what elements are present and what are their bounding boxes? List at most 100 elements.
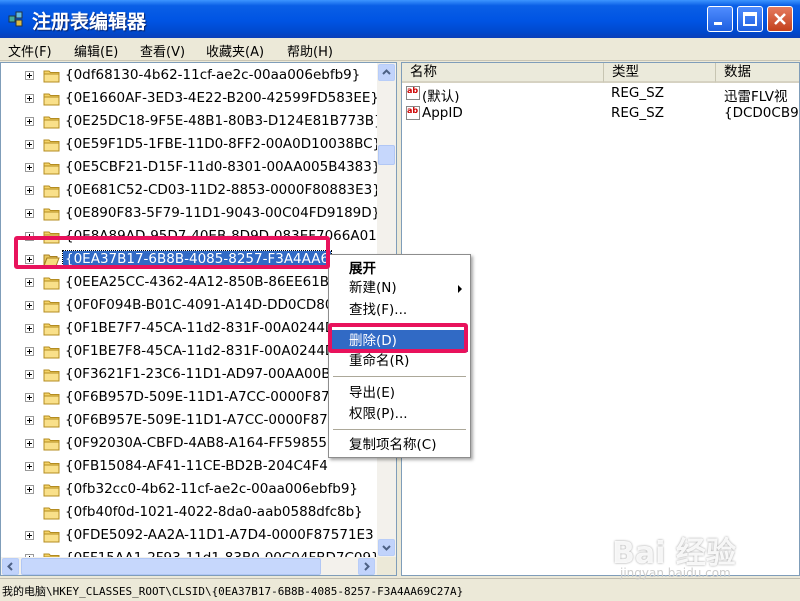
tree-item[interactable]: {0E5CBF21-D15F-11d0-8301-00AA005B4383} — [1, 157, 381, 180]
expand-icon[interactable] — [25, 347, 34, 356]
expand-icon[interactable] — [25, 416, 34, 425]
tree-item[interactable]: {0E1660AF-3ED3-4E22-B200-42599FD583EE} — [1, 88, 379, 111]
value-row[interactable]: ab AppID REG_SZ {DCD0CB9 — [402, 104, 799, 124]
column-header-name[interactable]: 名称 — [402, 63, 604, 83]
expand-icon[interactable] — [25, 117, 34, 126]
expand-icon[interactable] — [25, 462, 34, 471]
value-name: (默认) — [422, 89, 460, 105]
scroll-right-button[interactable] — [358, 558, 375, 575]
tree-item-label: {0E25DC18-9F5E-48B1-80B3-D124E81B773B} — [65, 113, 383, 129]
tree-item[interactable]: {0F92030A-CBFD-4AB8-A164-FF59855 — [1, 433, 379, 456]
menu-view[interactable]: 查看(V) — [140, 41, 185, 60]
tree-item-label: {0E681C52-CD03-11D2-8853-0000F80883E3} — [65, 182, 381, 198]
tree-item[interactable]: {0E25DC18-9F5E-48B1-80B3-D124E81B773B} — [1, 111, 383, 134]
close-button[interactable] — [767, 6, 793, 32]
minimize-button[interactable] — [707, 6, 733, 32]
window-title: 注册表编辑器 — [32, 11, 147, 33]
tree-item-label: {0E5CBF21-D15F-11d0-8301-00AA005B4383} — [65, 159, 381, 175]
tree-horizontal-scrollbar[interactable] — [1, 557, 377, 575]
tree-item[interactable]: {0E59F1D5-1FBE-11D0-8FF2-00A0D10038BC} — [1, 134, 381, 157]
folder-icon — [43, 415, 60, 428]
folder-icon — [43, 438, 60, 451]
submenu-arrow-icon — [458, 285, 462, 293]
string-value-icon: ab — [406, 106, 420, 120]
menu-help[interactable]: 帮助(H) — [287, 41, 333, 60]
expand-icon[interactable] — [25, 209, 34, 218]
tree-item-label: {0E59F1D5-1FBE-11D0-8FF2-00A0D10038BC} — [65, 136, 382, 152]
expand-icon[interactable] — [25, 163, 34, 172]
tree-item[interactable]: {0EEA25CC-4362-4A12-850B-86EE61B — [1, 272, 379, 295]
tree-item[interactable]: {0fb40f0d-1021-4022-8da0-aab0588dfc8b} — [1, 502, 379, 525]
column-header-data[interactable]: 数据 — [716, 63, 799, 83]
expand-icon[interactable] — [25, 140, 34, 149]
folder-icon — [43, 277, 60, 290]
tree-item[interactable]: {0fb32cc0-4b62-11cf-ae2c-00aa006ebfb9} — [1, 479, 379, 502]
tree-item-label: {0F92030A-CBFD-4AB8-A164-FF59855 — [65, 435, 328, 451]
horizontal-scroll-thumb[interactable] — [21, 558, 321, 575]
menu-new[interactable]: 新建(N) — [331, 277, 468, 299]
tree-item-label: {0F1BE7F7-45CA-11d2-831F-00A0244D — [65, 320, 336, 336]
minimize-icon — [714, 22, 722, 25]
tree-item-label: {0E890F83-5F79-11D1-9043-00C04FD9189D} — [65, 205, 381, 221]
expand-icon[interactable] — [25, 324, 34, 333]
folder-icon — [43, 300, 60, 313]
value-type: REG_SZ — [611, 105, 664, 121]
column-header-type[interactable]: 类型 — [604, 63, 716, 83]
menu-edit[interactable]: 编辑(E) — [74, 41, 118, 60]
tree-item[interactable]: {0df68130-4b62-11cf-ae2c-00aa006ebfb9} — [1, 65, 379, 88]
scrollbar-corner — [377, 557, 396, 575]
menu-export[interactable]: 导出(E) — [331, 382, 468, 404]
tree-item[interactable]: {0F0F094B-B01C-4091-A14D-DD0CD80 — [1, 295, 379, 318]
expand-icon[interactable] — [25, 278, 34, 287]
expand-icon[interactable] — [25, 94, 34, 103]
menu-rename[interactable]: 重命名(R) — [331, 350, 468, 372]
tree-item-label: {0F1BE7F8-45CA-11d2-831F-00A0244D — [65, 343, 336, 359]
value-data: 迅雷FLV视 — [724, 89, 788, 105]
tree-item[interactable]: {0FDE5092-AA2A-11D1-A7D4-0000F87571E3 — [1, 525, 379, 548]
tree-item-label: {0FDE5092-AA2A-11D1-A7D4-0000F87571E3 — [65, 527, 374, 543]
tree-item-label: {0df68130-4b62-11cf-ae2c-00aa006ebfb9} — [65, 67, 361, 83]
tree-item[interactable]: {0FB15084-AF41-11CE-BD2B-204C4F4 — [1, 456, 379, 479]
expand-icon[interactable] — [25, 393, 34, 402]
folder-icon — [43, 70, 60, 83]
menu-favorites[interactable]: 收藏夹(A) — [206, 41, 264, 60]
tree-item-label: {0FB15084-AF41-11CE-BD2B-204C4F4 — [65, 458, 328, 474]
folder-icon — [43, 369, 60, 382]
tree-item[interactable]: {0E681C52-CD03-11D2-8853-0000F80883E3} — [1, 180, 381, 203]
tree-item[interactable]: {0F3621F1-23C6-11D1-AD97-00AA00B — [1, 364, 379, 387]
expand-icon[interactable] — [25, 531, 34, 540]
scroll-up-button[interactable] — [378, 64, 395, 81]
tree-item-label: {0fb32cc0-4b62-11cf-ae2c-00aa006ebfb9} — [65, 481, 359, 497]
tree-item[interactable]: {0F6B957D-509E-11D1-A7CC-0000F87 — [1, 387, 379, 410]
expand-icon[interactable] — [25, 485, 34, 494]
menu-copy-key-name[interactable]: 复制项名称(C) — [331, 434, 468, 456]
scroll-thumb[interactable] — [378, 145, 395, 165]
expand-icon[interactable] — [25, 370, 34, 379]
folder-icon — [43, 162, 60, 175]
tree-item[interactable]: {0F1BE7F7-45CA-11d2-831F-00A0244D — [1, 318, 379, 341]
menu-file[interactable]: 文件(F) — [8, 41, 52, 60]
expand-icon[interactable] — [25, 439, 34, 448]
scroll-down-button[interactable] — [378, 539, 395, 556]
maximize-button[interactable] — [737, 6, 763, 32]
value-row[interactable]: ab (默认) REG_SZ 迅雷FLV视 — [402, 84, 799, 105]
folder-icon — [43, 484, 60, 497]
title-bar[interactable]: 注册表编辑器 — [0, 0, 800, 38]
folder-icon — [43, 139, 60, 152]
tree-item-label: {0F6B957E-509E-11D1-A7CC-0000F87 — [65, 412, 328, 428]
tree-item-label: {0fb40f0d-1021-4022-8da0-aab0588dfc8b} — [65, 504, 363, 520]
registry-editor-icon — [8, 11, 23, 27]
tree-item[interactable]: {0F6B957E-509E-11D1-A7CC-0000F87 — [1, 410, 379, 433]
tree-item-label: {0F0F094B-B01C-4091-A14D-DD0CD80 — [65, 297, 334, 313]
menu-permissions[interactable]: 权限(P)... — [331, 403, 468, 425]
expand-icon[interactable] — [25, 186, 34, 195]
value-data: {DCD0CB9 — [724, 105, 799, 121]
chevron-up-icon — [382, 69, 391, 75]
expand-icon[interactable] — [25, 301, 34, 310]
scroll-left-button[interactable] — [2, 558, 19, 575]
tree-item[interactable]: {0E890F83-5F79-11D1-9043-00C04FD9189D} — [1, 203, 381, 226]
folder-icon — [43, 530, 60, 543]
expand-icon[interactable] — [25, 71, 34, 80]
menu-find[interactable]: 查找(F)... — [331, 299, 468, 321]
tree-item[interactable]: {0F1BE7F8-45CA-11d2-831F-00A0244D — [1, 341, 379, 364]
